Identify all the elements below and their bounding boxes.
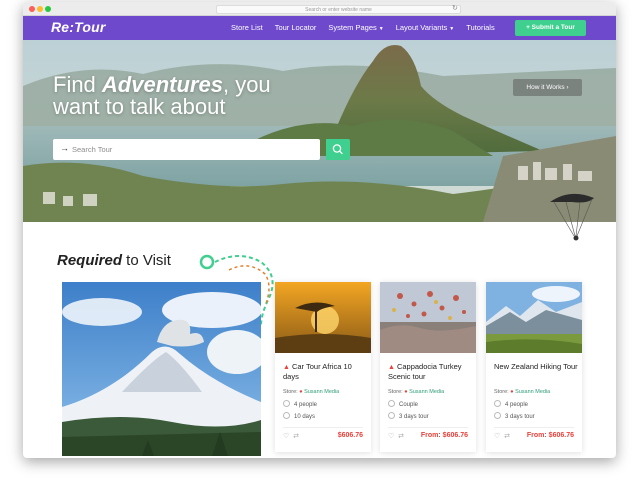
search-icon (332, 144, 343, 155)
tour-card-people: Couple (388, 400, 418, 408)
heart-icon[interactable]: ♡ (283, 433, 289, 440)
tour-card-title-text: Cappadocia Turkey Scenic tour (388, 362, 462, 381)
users-icon (283, 400, 290, 407)
card-actions: ♡ ⇄ (494, 432, 510, 440)
tour-card-store: Store: ● Susann Media (283, 389, 339, 395)
tour-card-image[interactable] (275, 282, 371, 353)
card-divider (494, 427, 574, 428)
hero-title-line2: want to talk about (53, 94, 226, 119)
chevron-down-icon: ▼ (449, 26, 455, 32)
section-title: Required to Visit (57, 252, 171, 269)
tour-card-title[interactable]: ▲ Car Tour Africa 10 days (283, 362, 367, 381)
tour-card[interactable]: New Zealand Hiking Tour Store: ● Susann … (486, 282, 582, 452)
reload-icon[interactable]: ↻ (452, 4, 458, 12)
tour-card-duration: 3 days tour (494, 412, 535, 420)
location-pin-icon: ● (404, 389, 408, 395)
nav-item-label: System Pages (328, 23, 377, 32)
tour-card-title[interactable]: ▲ Cappadocia Turkey Scenic tour (388, 362, 472, 381)
tour-card-people: 4 people (494, 400, 528, 408)
tour-card-title-text: Car Tour Africa 10 days (283, 362, 352, 381)
store-name-link[interactable]: Susann Media (409, 389, 444, 395)
clock-icon (494, 412, 501, 419)
hero-title: Find Adventures, you want to talk about (53, 74, 271, 118)
people-value: 4 people (294, 402, 318, 408)
submit-tour-button[interactable]: + Submit a Tour (515, 20, 586, 36)
search-input[interactable] (72, 143, 292, 156)
nav-item-label: Tutorials (466, 23, 495, 32)
nav-item-system-pages[interactable]: System Pages ▼ (328, 23, 383, 32)
heart-icon[interactable]: ♡ (388, 433, 394, 440)
tour-card-title[interactable]: New Zealand Hiking Tour (494, 362, 578, 371)
tour-card-image[interactable] (380, 282, 476, 353)
section-title-emphasis: Required (57, 252, 123, 269)
compare-icon[interactable]: ⇄ (398, 433, 404, 440)
duration-value: 3 days tour (505, 414, 535, 420)
tour-card-price: From: $606.76 (420, 432, 468, 439)
search-button[interactable] (326, 139, 350, 160)
users-icon (494, 400, 501, 407)
nav-item-label: Layout Variants (395, 23, 448, 32)
content-area: Required to Visit ▲ Car Tour Africa 10 d… (23, 222, 616, 458)
hero-banner: Re:Tour Store List Tour Locator System P… (23, 16, 616, 222)
people-value: Couple (399, 402, 419, 408)
site-logo[interactable]: Re:Tour (51, 19, 106, 35)
chevron-down-icon: ▼ (378, 26, 384, 32)
card-divider (388, 427, 468, 428)
paraglider-decoration (550, 193, 594, 241)
location-pin-icon: ● (299, 389, 303, 395)
section-title-rest: to Visit (122, 252, 171, 269)
nav-item-layout-variants[interactable]: Layout Variants ▼ (396, 23, 455, 32)
compare-icon[interactable]: ⇄ (293, 433, 299, 440)
tour-card[interactable]: ▲ Cappadocia Turkey Scenic tour Store: ● … (380, 282, 476, 452)
users-icon (388, 400, 395, 407)
nav-item-label: Tour Locator (274, 23, 317, 32)
clock-icon (283, 412, 290, 419)
close-window-button[interactable] (29, 6, 35, 12)
duration-value: 3 days tour (399, 414, 429, 420)
store-label: Store: (494, 389, 509, 395)
compare-icon[interactable]: ⇄ (504, 433, 510, 440)
how-it-works-button[interactable]: How it Works › (513, 79, 582, 96)
tour-card-image[interactable] (486, 282, 582, 353)
nav-item-tutorials[interactable]: Tutorials (466, 23, 494, 32)
card-divider (283, 427, 363, 428)
tour-card-people: 4 people (283, 400, 317, 408)
tour-card-duration: 3 days tour (388, 412, 429, 420)
card-actions: ♡ ⇄ (283, 432, 299, 440)
card-actions: ♡ ⇄ (388, 432, 404, 440)
nav-menu: Store List Tour Locator System Pages ▼ La… (231, 23, 507, 32)
tour-card[interactable]: ▲ Car Tour Africa 10 days Store: ● Susann… (275, 282, 371, 452)
nav-item-label: Store List (231, 23, 263, 32)
hero-title-suffix: , you (222, 72, 271, 97)
store-name-link[interactable]: Susann Media (304, 389, 339, 395)
tour-card-price: From: $606.76 (526, 432, 574, 439)
store-label: Store: (388, 389, 403, 395)
duration-value: 10 days (294, 414, 316, 420)
people-value: 4 people (505, 402, 529, 408)
fire-icon: ▲ (388, 364, 395, 371)
tour-card-price: $606.76 (337, 432, 363, 439)
hero-landscape-image (23, 16, 616, 222)
tour-card-store: Store: ● Susann Media (494, 389, 550, 395)
nav-item-store-list[interactable]: Store List (231, 23, 263, 32)
maximize-window-button[interactable] (45, 6, 51, 12)
store-name-link[interactable]: Susann Media (515, 389, 550, 395)
arrow-right-icon: → (60, 143, 69, 153)
clock-icon (388, 412, 395, 419)
fire-icon: ▲ (283, 364, 290, 371)
feature-volcano-image[interactable] (62, 282, 261, 456)
search-bar: → (53, 139, 350, 160)
top-navbar: Re:Tour Store List Tour Locator System P… (23, 16, 616, 40)
nav-item-tour-locator[interactable]: Tour Locator (275, 23, 317, 32)
address-bar[interactable]: Search or enter website name (216, 5, 461, 14)
tour-card-store: Store: ● Susann Media (388, 389, 444, 395)
store-label: Store: (283, 389, 298, 395)
minimize-window-button[interactable] (37, 6, 43, 12)
location-pin-icon: ● (510, 389, 514, 395)
heart-icon[interactable]: ♡ (494, 433, 500, 440)
tour-card-duration: 10 days (283, 412, 315, 420)
browser-chrome: Search or enter website name ↻ (23, 2, 616, 16)
